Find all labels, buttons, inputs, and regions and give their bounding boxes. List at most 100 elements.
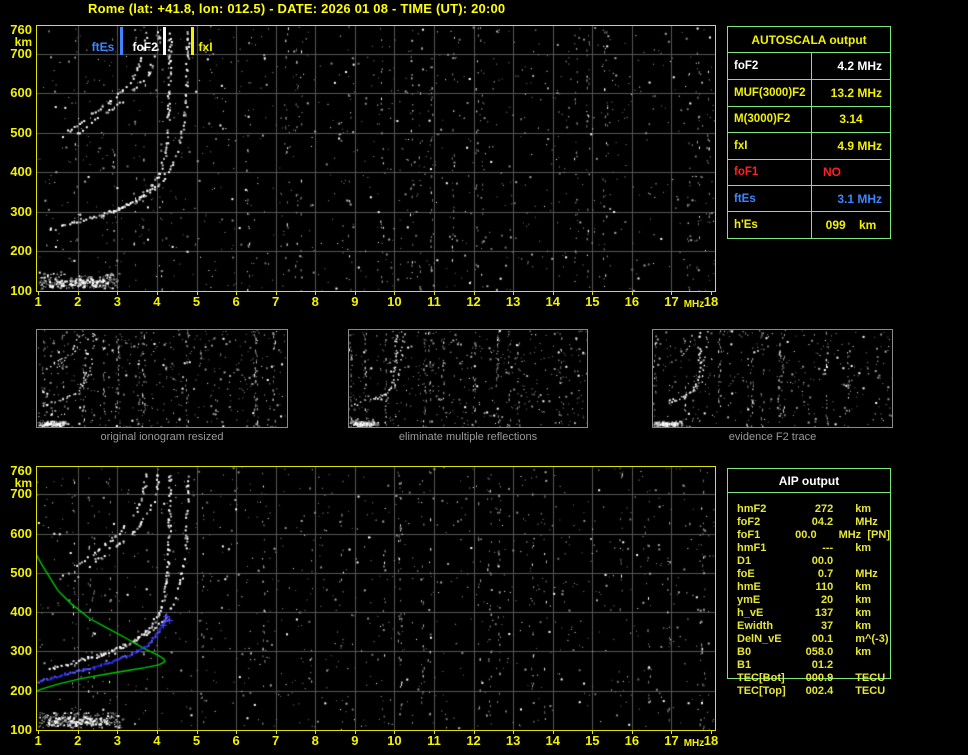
x-axis-tick-label: 6 <box>232 294 240 309</box>
aip-param-unit: km <box>855 594 872 606</box>
x-axis-tick-label: 12 <box>466 733 481 748</box>
x-axis-tick-label: 1 <box>34 294 42 309</box>
x-axis-tick-mark <box>196 731 198 734</box>
autoscala-row-foF2: foF2 4.2 MHz <box>728 53 890 80</box>
aip-param-label: Ewidth <box>737 620 774 632</box>
aip-table-title: AIP output <box>728 469 890 493</box>
autoscala-app-window: { "page": { "title": "Rome (lat: +41.8, … <box>0 0 968 755</box>
x-axis-tick-mark <box>473 731 475 734</box>
x-axis-tick-mark <box>77 292 79 295</box>
autoscala-param-value: 3.1 MHz <box>837 191 882 206</box>
x-axis-tick-mark <box>354 731 356 734</box>
x-axis-tick-mark <box>433 731 435 734</box>
autoscala-param-value: 3.14 <box>839 112 863 127</box>
x-axis-tick-label: 13 <box>505 294 521 309</box>
aip-row-foF1: foF1 00.0 MHz [PN] <box>728 529 890 542</box>
autoscala-param-value: 13.2 MHz <box>830 86 882 101</box>
x-axis-tick-mark <box>592 292 594 295</box>
autoscala-param-value: 4.9 MHz <box>837 138 882 153</box>
panel-caption-original: original ionogram resized <box>100 431 224 443</box>
x-axis-tick-mark <box>354 292 356 295</box>
autoscala-param-label: ftEs <box>728 185 812 212</box>
y-axis-tick-label: 300 <box>10 643 32 659</box>
aip-param-value: 058.0 <box>805 646 834 658</box>
aip-param-value: 002.4 <box>805 685 834 697</box>
x-axis-tick-label: 12 <box>466 294 481 309</box>
autoscala-row-MUF(3000)F2: MUF(3000)F2 13.2 MHz <box>728 79 890 106</box>
x-axis-tick-label: 8 <box>311 294 319 309</box>
x-axis-tick-mark <box>552 731 554 734</box>
aip-param-unit: TECU <box>855 685 886 697</box>
autoscala-row-fxI: fxI 4.9 MHz <box>728 132 890 159</box>
x-axis-tick-mark <box>711 731 713 734</box>
autoscala-table-rows: foF2 4.2 MHz MUF(3000)F2 13.2 MHz M(3000)F2 3… <box>728 53 890 238</box>
x-axis-tick-label: 14 <box>545 294 560 309</box>
aip-row-hmF2: hmF2 272 km <box>728 503 890 516</box>
x-axis-tick-mark <box>156 731 158 734</box>
x-axis-tick-mark <box>394 731 396 734</box>
autoscala-param-value: NO <box>823 165 841 180</box>
autoscala-param-label: M(3000)F2 <box>728 106 812 133</box>
eliminate-reflections-canvas <box>349 330 587 427</box>
x-axis-tick-mark <box>275 731 277 734</box>
x-axis-tick-label: 5 <box>192 733 201 748</box>
x-axis-tick-label: 8 <box>311 733 319 748</box>
panel-original-ionogram <box>36 329 288 428</box>
aip-param-note: [PN] <box>867 529 890 541</box>
panel-eliminate-reflections <box>348 329 588 428</box>
autoscala-param-label: MUF(3000)F2 <box>728 80 812 106</box>
x-axis-tick-mark <box>394 292 396 295</box>
autoscala-row-foF1: foF1 NO <box>728 158 890 185</box>
x-axis-tick-mark <box>196 292 198 295</box>
x-axis-tick-label: 16 <box>624 294 640 309</box>
x-axis-tick-label: 17 <box>664 733 679 748</box>
y-axis-tick-label: 400 <box>10 604 32 620</box>
autoscala-row-ftEs: ftEs 3.1 MHz <box>728 184 890 212</box>
aip-table-rows: hmF2 272 km foF2 04.2 MHz foF1 00.0 MHz [PN] hmF1-… <box>728 503 890 698</box>
aip-row-TEC[Top]: TEC[Top] 002.4 TECU <box>728 685 890 698</box>
y-axis-tick-label: 200 <box>10 682 32 698</box>
x-axis-tick-label: 14 <box>545 733 560 748</box>
x-axis-tick-label: 5 <box>192 294 201 309</box>
y-axis-tick-label: 700 <box>10 45 32 61</box>
x-axis-tick-mark <box>38 292 40 295</box>
x-axis-tick-mark <box>275 292 277 295</box>
aip-row-TEC[Bot]: TEC[Bot] 000.9 TECU <box>728 672 890 685</box>
aip-param-label: TEC[Top] <box>737 685 786 697</box>
x-axis-tick-label: 16 <box>624 733 640 748</box>
aip-param-label: hmF2 <box>737 503 767 515</box>
x-axis-tick-label: 6 <box>232 733 240 748</box>
autoscala-param-label: foF2 <box>728 53 812 80</box>
x-axis-tick-label: 7 <box>272 294 280 309</box>
aip-row-B0: B0 058.0 km <box>728 646 890 659</box>
x-axis-tick-mark <box>671 292 673 295</box>
x-axis-tick-mark <box>671 731 673 734</box>
autoscala-output-table: AUTOSCALA output foF2 4.2 MHz MUF(3000)F2 1… <box>727 26 891 239</box>
autoscala-param-value: 099 km <box>825 218 877 233</box>
x-axis-tick-mark <box>513 731 515 734</box>
x-axis-tick-mark <box>592 731 594 734</box>
autoscala-param-label: h'Es <box>728 212 812 238</box>
aip-param-unit <box>855 659 890 672</box>
x-axis-tick-mark <box>711 292 713 295</box>
x-axis-tick-label: 13 <box>505 733 521 748</box>
x-axis-tick-label: 10 <box>387 733 402 748</box>
aip-param-value: --- <box>822 542 834 554</box>
x-axis-tick-mark <box>315 292 317 295</box>
x-axis-tick-mark <box>156 292 158 295</box>
aip-param-unit: km <box>855 542 872 554</box>
autoscala-row-M(3000)F2: M(3000)F2 3.14 <box>728 105 890 133</box>
aip-param-value: 110 <box>815 581 834 593</box>
aip-param-value: 00.0 <box>795 529 817 541</box>
aip-param-label: TEC[Bot] <box>737 672 785 684</box>
aip-row-DelN_vE: DelN_vE 00.1 m^(-3) <box>728 633 890 646</box>
fitted-ionogram-chart <box>36 466 716 731</box>
aip-row-foE: foE 0.7 MHz <box>728 568 890 581</box>
aip-param-value: 04.2 <box>811 516 834 528</box>
autoscala-param-label: fxI <box>728 133 812 159</box>
aip-param-label: hmE <box>737 581 761 593</box>
aip-row-hmF1: hmF1 --- km <box>728 542 890 555</box>
aip-param-value: 272 <box>814 503 834 515</box>
x-axis-tick-mark <box>236 292 238 295</box>
aip-param-label: B1 <box>737 659 752 671</box>
